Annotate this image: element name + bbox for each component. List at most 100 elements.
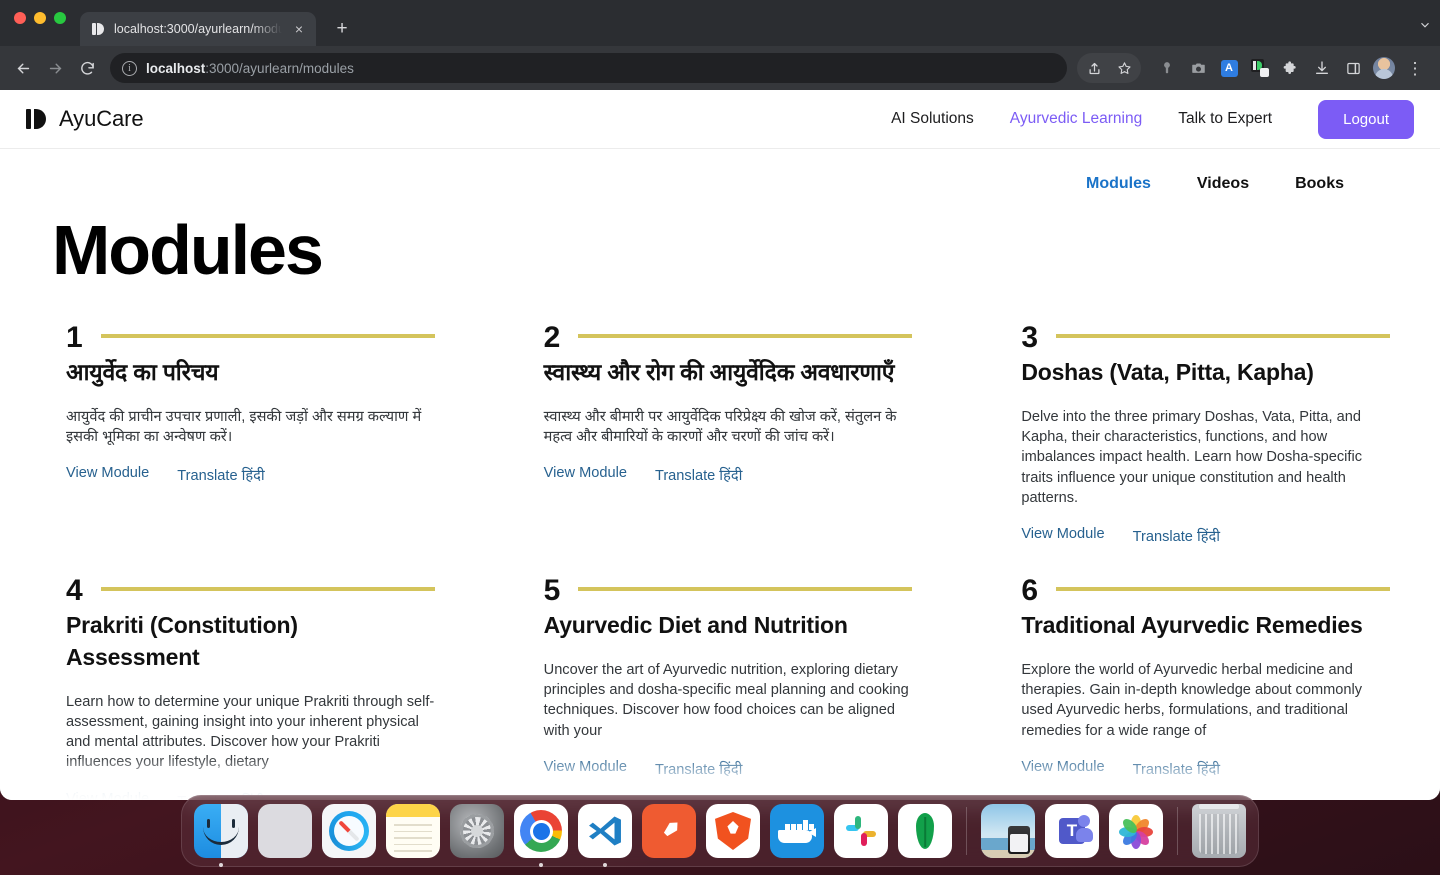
translate-link[interactable]: Translate हिंदी [177, 465, 264, 485]
dock-item-google-chrome[interactable] [514, 804, 568, 858]
dock-item-mongodb-compass[interactable] [898, 804, 952, 858]
dock-item-launchpad[interactable] [258, 804, 312, 858]
extensions-puzzle-icon[interactable] [1276, 53, 1306, 83]
translate-link[interactable]: Translate हिंदी [1133, 759, 1220, 779]
module-card-header: 2 [544, 323, 913, 353]
translate-link[interactable]: Translate हिंदी [655, 759, 742, 779]
module-title: Doshas (Vata, Pitta, Kapha) [1021, 357, 1390, 389]
module-card: 6 Traditional Ayurvedic Remedies Explore… [1021, 576, 1390, 800]
module-description: स्वास्थ्य और बीमारी पर आयुर्वेदिक परिप्र… [544, 407, 913, 448]
forward-icon[interactable] [40, 53, 70, 83]
mongodb-leaf-icon [898, 804, 952, 858]
browser-menu-icon[interactable]: ⋮ [1400, 53, 1430, 83]
module-card-header: 4 [66, 576, 435, 606]
nav-item-talk-to-expert[interactable]: Talk to Expert [1178, 110, 1272, 128]
translate-extension-icon[interactable]: A [1214, 53, 1244, 83]
postman-rocket-icon [642, 804, 696, 858]
running-indicator-dot [539, 863, 543, 867]
dock-item-finder[interactable] [194, 804, 248, 858]
password-manager-icon[interactable] [1152, 53, 1182, 83]
module-rule [578, 334, 912, 338]
reload-icon[interactable] [72, 53, 102, 83]
module-description: Explore the world of Ayurvedic herbal me… [1021, 660, 1390, 741]
running-indicator-dot [219, 863, 223, 867]
maximize-window-button[interactable] [54, 12, 66, 24]
browser-tab[interactable]: localhost:3000/ayurlearn/modu × [80, 12, 316, 46]
new-tab-button[interactable]: + [328, 15, 356, 43]
dock-item-visual-studio-code[interactable] [578, 804, 632, 858]
site-header: AyuCare AI Solutions Ayurvedic Learning … [0, 90, 1440, 149]
window-traffic-lights [14, 0, 66, 46]
dock-item-system-settings[interactable] [450, 804, 504, 858]
module-title: स्वास्थ्य और रोग की आयुर्वेदिक अवधारणाएँ [544, 357, 913, 389]
view-module-link[interactable]: View Module [1021, 759, 1104, 779]
main-nav: AI Solutions Ayurvedic Learning Talk to … [891, 100, 1414, 139]
module-description: आयुर्वेद की प्राचीन उपचार प्रणाली, इसकी … [66, 407, 435, 448]
close-icon[interactable]: × [290, 20, 308, 38]
dock-separator [966, 807, 967, 855]
translate-link[interactable]: Translate हिंदी [1133, 526, 1220, 546]
minimize-window-button[interactable] [34, 12, 46, 24]
site-info-icon[interactable]: i [122, 61, 137, 76]
trash-icon [1192, 804, 1246, 858]
dock-item-docker[interactable] [770, 804, 824, 858]
module-card: 4 Prakriti (Constitution) Assessment Lea… [66, 576, 435, 800]
module-number: 4 [66, 576, 83, 606]
notes-icon [386, 804, 440, 858]
side-panel-icon[interactable] [1338, 53, 1368, 83]
brand-name: AyuCare [59, 106, 144, 132]
dock-item-microsoft-teams[interactable]: T [1045, 804, 1099, 858]
dock-item-postman[interactable] [642, 804, 696, 858]
safari-icon [322, 804, 376, 858]
view-module-link[interactable]: View Module [1021, 526, 1104, 546]
dock-item-brave-browser[interactable] [706, 804, 760, 858]
translate-link[interactable]: Translate हिंदी [655, 465, 742, 485]
module-card-header: 6 [1021, 576, 1390, 606]
dock-item-notes[interactable] [386, 804, 440, 858]
view-module-link[interactable]: View Module [544, 759, 627, 779]
reading-list-extension-icon[interactable] [1245, 53, 1275, 83]
browser-toolbar: i localhost:3000/ayurlearn/modules A [0, 46, 1440, 90]
brave-lion-icon [706, 804, 760, 858]
view-module-link[interactable]: View Module [66, 465, 149, 485]
dock-item-slack[interactable] [834, 804, 888, 858]
module-title: Traditional Ayurvedic Remedies [1021, 610, 1390, 642]
screenshot-camera-icon[interactable] [1183, 53, 1213, 83]
dock-item-safari[interactable] [322, 804, 376, 858]
microsoft-teams-icon: T [1045, 804, 1099, 858]
view-module-link[interactable]: View Module [66, 791, 149, 800]
nav-item-ai-solutions[interactable]: AI Solutions [891, 110, 974, 128]
share-icon[interactable] [1079, 53, 1109, 83]
chevron-down-icon[interactable] [1410, 10, 1440, 40]
module-rule [578, 587, 912, 591]
module-title: आयुर्वेद का परिचय [66, 357, 435, 389]
dock-item-photos[interactable] [1109, 804, 1163, 858]
brand-logo[interactable]: AyuCare [26, 106, 144, 132]
back-icon[interactable] [8, 53, 38, 83]
profile-avatar[interactable] [1369, 53, 1399, 83]
module-links: View Module Translate हिंदी [1021, 759, 1390, 779]
bookmark-star-icon[interactable] [1109, 53, 1139, 83]
modules-grid: 1 आयुर्वेद का परिचय आयुर्वेद की प्राचीन … [52, 323, 1390, 800]
visual-studio-code-icon [578, 804, 632, 858]
tab-title: localhost:3000/ayurlearn/modu [114, 22, 282, 36]
dock-item-trash[interactable] [1192, 804, 1246, 858]
logout-button[interactable]: Logout [1318, 100, 1414, 139]
dock-separator [1177, 807, 1178, 855]
module-links: View Module Translate हिंदी [66, 465, 435, 485]
page-viewport: AyuCare AI Solutions Ayurvedic Learning … [0, 90, 1440, 800]
nav-item-ayurvedic-learning[interactable]: Ayurvedic Learning [1010, 110, 1142, 128]
downloads-icon[interactable] [1307, 53, 1337, 83]
view-module-link[interactable]: View Module [544, 465, 627, 485]
module-card: 1 आयुर्वेद का परिचय आयुर्वेद की प्राचीन … [66, 323, 435, 546]
photos-icon [1109, 804, 1163, 858]
section-subnav: Modules Videos Books [0, 149, 1440, 193]
ayucare-favicon-icon [90, 21, 106, 37]
subnav-item-modules[interactable]: Modules [1086, 175, 1151, 193]
dock-item-preview[interactable] [981, 804, 1035, 858]
subnav-item-books[interactable]: Books [1295, 175, 1344, 193]
close-window-button[interactable] [14, 12, 26, 24]
address-bar[interactable]: i localhost:3000/ayurlearn/modules [110, 53, 1067, 83]
browser-tab-strip: localhost:3000/ayurlearn/modu × + [0, 0, 1440, 46]
subnav-item-videos[interactable]: Videos [1197, 175, 1249, 193]
